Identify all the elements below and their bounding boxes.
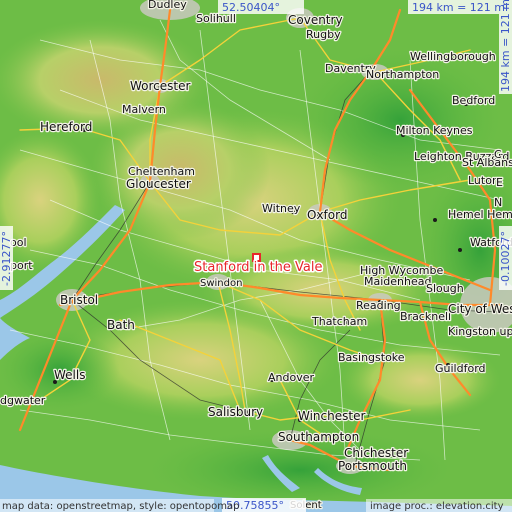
terrain-map[interactable]: Dudley Solihull Coventry Rugby Daventry …	[0, 0, 512, 512]
city-label-chichester: Chichester	[344, 446, 408, 460]
city-label-andover: Andover	[268, 371, 314, 384]
city-label-bridgwater: dgwater	[0, 394, 46, 407]
city-label-newport: port	[10, 259, 33, 272]
city-label-kingston: Kingston upon	[448, 325, 512, 338]
city-label-hemel-hempstead: Hemel Hempstead	[448, 208, 512, 221]
scale-label-right: 194 km = 121 mi	[499, 0, 512, 92]
city-label-swindon: Swindon	[200, 278, 242, 289]
west-coordinate: -2.91277°	[0, 231, 13, 286]
city-label-guildford: Guildford	[435, 362, 486, 375]
city-label-city-of-westminster: City of West	[448, 302, 512, 316]
city-label-bristol: Bristol	[60, 293, 98, 307]
city-label-luton: Luton	[468, 174, 499, 187]
city-label-st-albans: St Albans	[462, 156, 512, 169]
place-label: Stanford in the Vale	[194, 260, 323, 275]
city-label-oxford: Oxford	[307, 208, 347, 222]
city-label-slough: Slough	[426, 282, 464, 295]
city-label-rugby: Rugby	[306, 28, 341, 41]
city-label-edge-e: E	[496, 176, 503, 189]
credit-image-proc: image proc.: elevation.city	[370, 501, 504, 512]
city-label-basingstoke: Basingstoke	[338, 351, 405, 364]
city-label-reading: Reading	[356, 299, 401, 312]
east-coordinate: -0.10027°	[499, 231, 512, 286]
city-label-portsmouth: Portsmouth	[338, 459, 407, 473]
city-label-hereford: Hereford	[40, 120, 92, 134]
north-coordinate: 52.50404°	[222, 1, 280, 14]
credit-map-data: map data: openstreetmap, style: opentopo…	[2, 501, 239, 512]
city-label-bedford: Bedford	[452, 94, 495, 107]
city-label-edge-n: N	[494, 196, 502, 209]
city-label-coventry: Coventry	[288, 13, 343, 27]
city-label-wellingborough: Wellingborough	[410, 50, 496, 63]
scale-label-top: 194 km = 121 mi	[412, 1, 508, 14]
city-label-maidenhead: Maidenhead	[364, 275, 431, 288]
city-label-winchester: Winchester	[298, 409, 365, 423]
city-label-gloucester: Gloucester	[126, 177, 191, 191]
city-label-southampton: Southampton	[278, 430, 359, 444]
city-label-witney: Witney	[262, 202, 301, 215]
city-label-edge-c: C	[494, 148, 502, 161]
city-label-salisbury: Salisbury	[208, 405, 263, 419]
city-label-wells: Wells	[54, 368, 85, 382]
city-label-bath: Bath	[107, 318, 135, 332]
city-label-bracknell: Bracknell	[400, 310, 451, 323]
city-label-thatcham: Thatcham	[311, 315, 367, 328]
city-label-dudley: Dudley	[148, 0, 187, 11]
city-label-worcester: Worcester	[130, 79, 190, 93]
city-label-milton-keynes: Milton Keynes	[396, 124, 473, 137]
city-label-northampton: Northampton	[366, 68, 439, 81]
city-label-malvern: Malvern	[122, 103, 166, 116]
